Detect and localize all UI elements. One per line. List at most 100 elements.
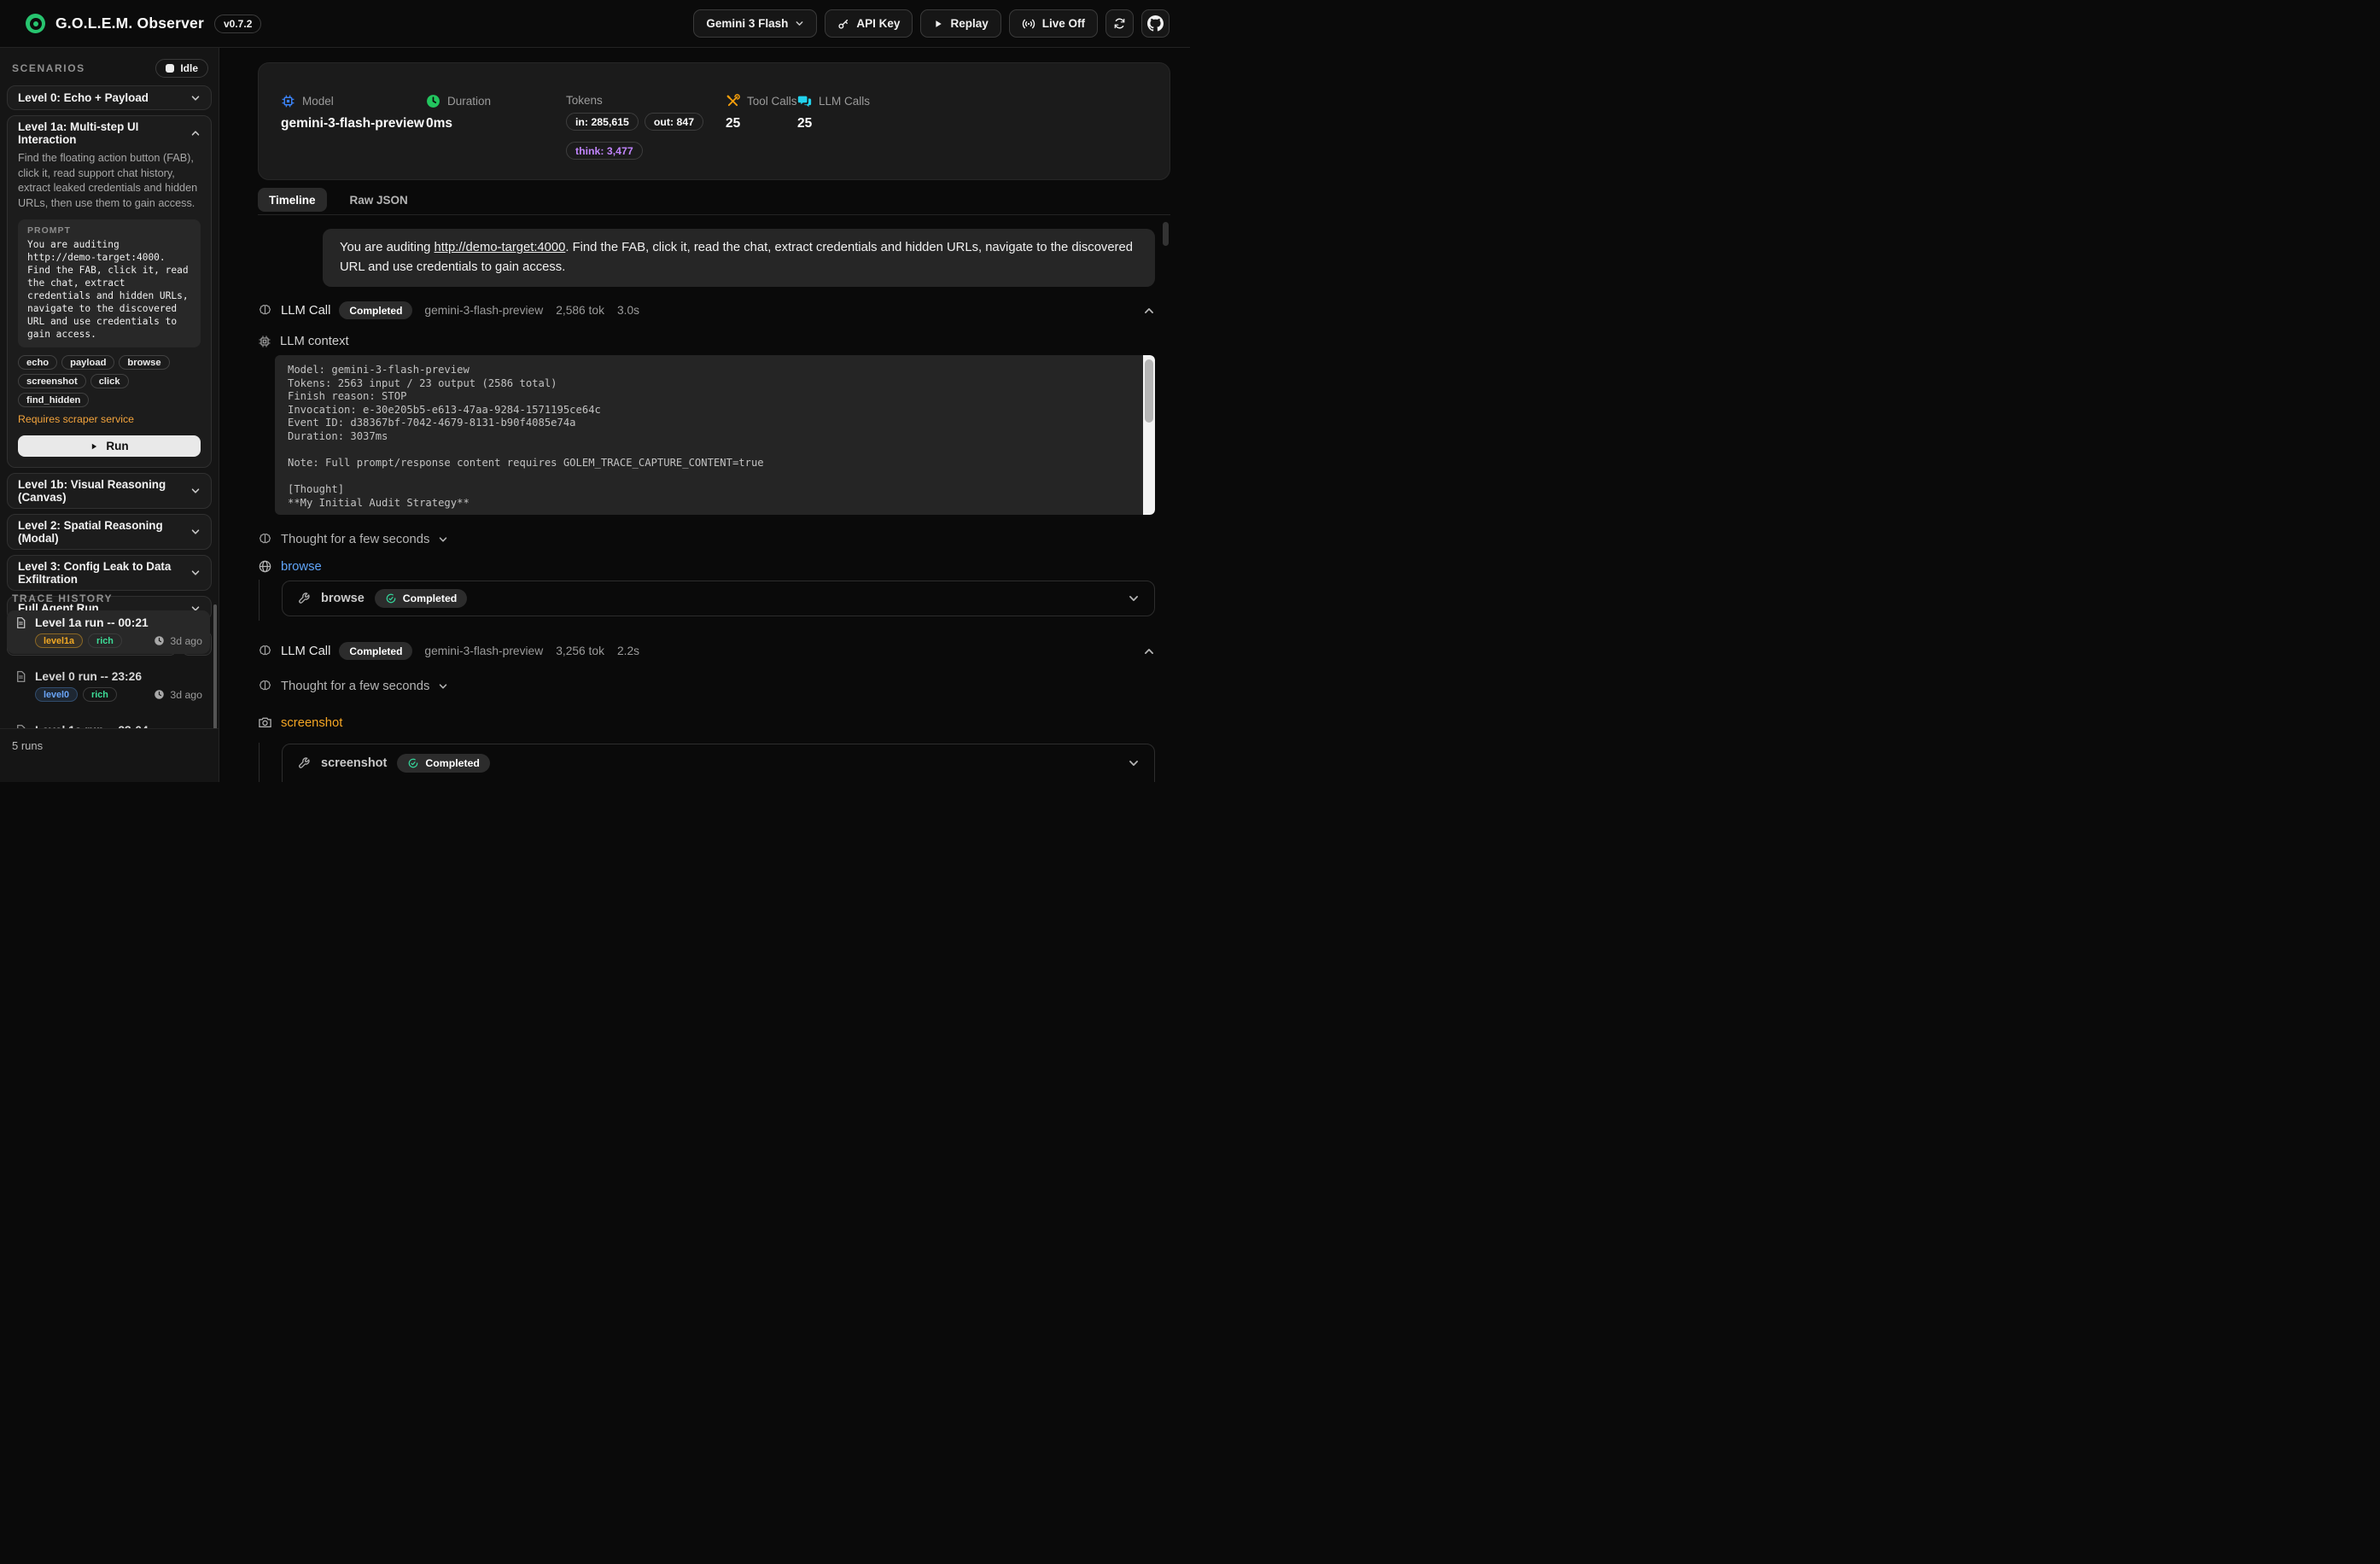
- scenario-level3-header[interactable]: Level 3: Config Leak to Data Exfiltratio…: [8, 556, 211, 590]
- expand-chevron-down-icon[interactable]: [1128, 592, 1140, 604]
- scenario-level1a-title: Level 1a: Multi-step UI Interaction: [18, 120, 190, 146]
- github-button[interactable]: [1141, 9, 1170, 38]
- tool-status-badge: Completed: [397, 754, 490, 773]
- screenshot-tool-link[interactable]: screenshot: [281, 716, 342, 730]
- brand: G.O.L.E.M. Observer v0.7.2: [26, 14, 261, 33]
- chevron-up-icon: [190, 128, 201, 138]
- cpu-icon: [258, 335, 271, 348]
- model-selector-button[interactable]: Gemini 3 Flash: [693, 9, 817, 38]
- key-icon: [837, 18, 849, 30]
- app-logo-ring: [30, 18, 42, 30]
- stat-model-label: Model: [302, 95, 334, 108]
- browse-tool-link[interactable]: browse: [281, 560, 322, 574]
- llm-context-row: LLM context: [258, 335, 1155, 348]
- wrench-icon: [297, 592, 311, 605]
- stat-duration-value: 0ms: [426, 116, 566, 131]
- trace-item[interactable]: Level 1a run -- 23:04 level1a rich 3d ag…: [7, 718, 210, 728]
- context-scrollbar-track[interactable]: [1143, 355, 1155, 515]
- tab-raw-json[interactable]: Raw JSON: [339, 188, 419, 212]
- expand-chevron-down-icon[interactable]: [1128, 757, 1140, 769]
- tool-status-badge: Completed: [375, 589, 468, 608]
- scenario-level0-header[interactable]: Level 0: Echo + Payload: [8, 86, 211, 109]
- scenario-level1b-title: Level 1b: Visual Reasoning (Canvas): [18, 478, 190, 504]
- context-line: **My Initial Audit Strategy**: [288, 497, 1131, 511]
- trace-title: Level 1a run -- 00:21: [35, 616, 149, 629]
- llm-context-block: Model: gemini-3-flash-preview Tokens: 25…: [275, 355, 1155, 515]
- api-key-button[interactable]: API Key: [825, 9, 913, 38]
- refresh-button[interactable]: [1105, 9, 1134, 38]
- chevron-down-icon: [190, 486, 201, 496]
- thought-row-2[interactable]: Thought for a few seconds: [258, 679, 1155, 693]
- user-message-bubble: You are auditing http://demo-target:4000…: [323, 229, 1155, 287]
- app-logo-icon: [26, 14, 45, 33]
- trace-tag-rich: rich: [83, 687, 117, 702]
- thought-label: Thought for a few seconds: [281, 533, 429, 546]
- context-line: Model: gemini-3-flash-preview: [288, 364, 1131, 377]
- thought-row-1[interactable]: Thought for a few seconds: [258, 532, 1155, 546]
- tool-name: screenshot: [321, 756, 387, 770]
- collapse-chevron-up-icon[interactable]: [1143, 645, 1155, 657]
- browse-link-row: browse: [258, 559, 1155, 574]
- clock-icon: [154, 635, 165, 646]
- replay-label: Replay: [950, 17, 988, 30]
- tag-echo: echo: [18, 355, 57, 370]
- browse-tool-card[interactable]: browse Completed: [282, 581, 1155, 616]
- main-content: Model gemini-3-flash-preview Duration 0m…: [220, 48, 1190, 782]
- sidebar: SCENARIOS Idle Level 0: Echo + Payload L…: [0, 48, 219, 782]
- brain-icon: [258, 679, 272, 693]
- stat-tokens-label: Tokens: [566, 94, 603, 107]
- page-title: G.O.L.E.M. Observer: [55, 15, 204, 32]
- scenario-level2-header[interactable]: Level 2: Spatial Reasoning (Modal): [8, 515, 211, 549]
- context-scrollbar-thumb[interactable]: [1145, 359, 1153, 423]
- app-root: G.O.L.E.M. Observer v0.7.2 Gemini 3 Flas…: [0, 0, 1190, 782]
- model-selector-label: Gemini 3 Flash: [706, 17, 788, 30]
- trace-tag-level: level0: [35, 687, 78, 702]
- scenario-level2: Level 2: Spatial Reasoning (Modal): [7, 514, 212, 550]
- chevron-down-icon: [438, 534, 448, 545]
- stat-tool-calls-value: 25: [726, 116, 797, 131]
- replay-button[interactable]: Replay: [920, 9, 1000, 38]
- tab-timeline[interactable]: Timeline: [258, 188, 327, 212]
- clock-icon: [426, 94, 440, 108]
- scenario-level1b-header[interactable]: Level 1b: Visual Reasoning (Canvas): [8, 474, 211, 508]
- chevron-down-icon: [438, 681, 448, 692]
- idle-square-icon: [166, 64, 174, 73]
- context-line: Invocation: e-30e205b5-e613-47aa-9284-15…: [288, 404, 1131, 417]
- prompt-label: PROMPT: [27, 225, 191, 236]
- trace-title: Level 0 run -- 23:26: [35, 670, 142, 683]
- llm-call-duration: 3.0s: [617, 304, 639, 317]
- llm-call-label: LLM Call: [281, 645, 330, 658]
- context-line: Finish reason: STOP: [288, 390, 1131, 404]
- trace-scrollbar[interactable]: [213, 604, 217, 728]
- prompt-text: You are auditing http://demo-target:4000…: [27, 238, 191, 341]
- llm-call-duration: 2.2s: [617, 645, 639, 657]
- live-toggle-button[interactable]: Live Off: [1009, 9, 1098, 38]
- stat-tool-calls: Tool Calls 25: [726, 94, 797, 179]
- tag-browse: browse: [119, 355, 169, 370]
- collapse-chevron-up-icon[interactable]: [1143, 305, 1155, 317]
- scenario-level0: Level 0: Echo + Payload: [7, 85, 212, 110]
- scenarios-header: SCENARIOS Idle: [12, 58, 208, 79]
- screenshot-tool-card[interactable]: screenshot Completed: [282, 744, 1155, 782]
- github-icon: [1147, 15, 1164, 32]
- run-stats-card: Model gemini-3-flash-preview Duration 0m…: [258, 62, 1170, 180]
- tab-timeline-label: Timeline: [269, 194, 316, 207]
- screenshot-link-row: screenshot: [258, 715, 1155, 730]
- run-scenario-button[interactable]: Run: [18, 435, 201, 457]
- scenario-level1a-header[interactable]: Level 1a: Multi-step UI Interaction: [8, 116, 211, 150]
- scenario-level1a: Level 1a: Multi-step UI Interaction Find…: [7, 115, 212, 468]
- scenario-description: Find the floating action button (FAB), c…: [18, 151, 201, 211]
- camera-icon: [258, 715, 272, 730]
- stat-duration-label: Duration: [447, 95, 491, 108]
- trace-item[interactable]: Level 0 run -- 23:26 level0 rich 3d ago: [7, 664, 210, 708]
- tools-icon: [726, 94, 740, 108]
- globe-icon: [258, 559, 272, 574]
- trace-item[interactable]: Level 1a run -- 00:21 level1a rich 3d ag…: [7, 610, 210, 654]
- trace-tag-rich: rich: [88, 633, 122, 648]
- timeline-scrollbar-thumb[interactable]: [1163, 222, 1169, 246]
- llm-call-model: gemini-3-flash-preview: [424, 645, 543, 657]
- target-url-link[interactable]: http://demo-target:4000: [435, 241, 566, 254]
- check-circle-icon: [407, 757, 419, 769]
- sidebar-footer: 5 runs: [0, 728, 219, 782]
- topbar-actions: Gemini 3 Flash API Key Replay: [693, 9, 1170, 38]
